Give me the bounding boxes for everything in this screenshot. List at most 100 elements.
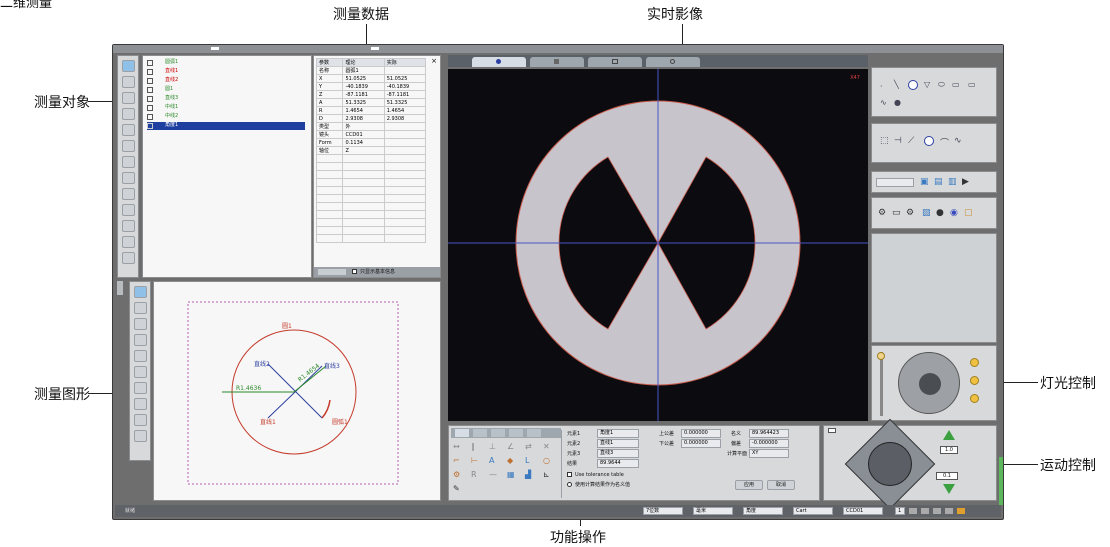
exit-file-icon[interactable]: ▶ — [962, 177, 969, 187]
light-coaxial-icon[interactable] — [970, 358, 979, 367]
select-tool-icon[interactable] — [122, 60, 135, 72]
light-ring[interactable] — [898, 352, 960, 414]
teach-icon[interactable]: ⚙ — [906, 208, 914, 218]
speed-up-field[interactable]: 1.0 — [940, 446, 958, 454]
tab-measure[interactable] — [530, 57, 584, 67]
basic-info-checkbox[interactable] — [352, 269, 357, 274]
fn-stamp-icon[interactable]: ✎ — [453, 484, 460, 493]
arc-tool-icon[interactable]: ▽ — [924, 80, 930, 89]
tree-checkbox[interactable] — [147, 96, 153, 102]
fn-distance-icon[interactable]: ↔ — [453, 442, 460, 451]
layers-icon[interactable] — [134, 414, 147, 426]
image-tool-icon[interactable] — [122, 252, 135, 264]
target-icon[interactable]: ◉ — [950, 208, 958, 218]
deviation-field[interactable]: -0.000000 — [749, 439, 789, 448]
edit-tool-icon[interactable] — [122, 76, 135, 88]
table-row[interactable]: 镜头 CCD01 — [315, 130, 427, 139]
status-icon-5[interactable] — [957, 508, 965, 514]
splitter-grip-2[interactable] — [371, 47, 379, 50]
construct-line-icon[interactable]: ⟋ — [908, 136, 914, 146]
table-row[interactable]: Z -87.1181 -87.1181 — [315, 90, 427, 99]
fn-width-icon[interactable]: ⊢ — [471, 456, 478, 465]
rect-tool-icon[interactable]: ▭ — [952, 80, 960, 89]
construct-circle-icon[interactable] — [924, 136, 934, 146]
tree-item-0[interactable]: 圆弧1 — [147, 59, 307, 67]
z-up-arrow-icon[interactable] — [943, 430, 955, 440]
coord-select[interactable]: Cart — [793, 507, 833, 515]
table-row[interactable]: X 51.0525 51.0525 — [315, 74, 427, 83]
slot-tool-icon[interactable]: ▭ — [968, 80, 976, 89]
delete-tool-icon[interactable] — [122, 92, 135, 104]
ellipse-tool-icon[interactable]: ⬭ — [938, 80, 945, 90]
fn-perp-icon[interactable]: ⊥ — [489, 442, 496, 451]
zoom-out-icon[interactable] — [134, 350, 147, 362]
copy-tool-icon[interactable] — [122, 108, 135, 120]
light-slider-thumb[interactable] — [877, 352, 885, 360]
tree-checkbox[interactable] — [147, 69, 153, 75]
tree-checkbox[interactable] — [147, 114, 153, 120]
tab-distance[interactable] — [509, 429, 523, 437]
fn-angle-icon[interactable]: ∠ — [507, 442, 514, 451]
close-icon[interactable]: × — [431, 57, 437, 65]
tree-item-6[interactable]: 中线2 — [147, 113, 307, 121]
paste-tool-icon[interactable] — [122, 124, 135, 136]
zoom-tool-icon[interactable] — [122, 204, 135, 216]
import-tool-icon[interactable] — [122, 236, 135, 248]
tree-item-4[interactable]: 直线3 — [147, 95, 307, 103]
report-icon[interactable]: ▧ — [922, 208, 931, 218]
table-row[interactable]: Y -40.1839 -40.1839 — [315, 82, 427, 91]
zoom-in-icon[interactable] — [134, 334, 147, 346]
tree-item-3[interactable]: 圆1 — [147, 86, 307, 94]
plane-select[interactable]: XY — [749, 449, 789, 458]
nominal-radio[interactable] — [567, 482, 572, 487]
light-ring-icon[interactable] — [970, 376, 979, 385]
table-row[interactable]: D 2.9308 2.9308 — [315, 114, 427, 123]
construct-select-icon[interactable]: ⬚ — [880, 136, 889, 146]
program-select[interactable] — [876, 178, 914, 187]
curve-tool-icon[interactable]: ∿ — [880, 98, 887, 107]
grid-tool-icon[interactable] — [122, 172, 135, 184]
fn-minus-icon[interactable]: — — [489, 470, 497, 479]
apply-button[interactable]: 应用 — [735, 480, 763, 490]
result-field[interactable]: 89.9644 — [597, 459, 639, 468]
nominal-field[interactable]: 89.964423 — [749, 429, 789, 438]
note-icon[interactable]: ▢ — [964, 208, 973, 218]
lower-field[interactable]: 0.000000 — [681, 439, 721, 448]
open-file-icon[interactable]: ▣ — [920, 177, 929, 187]
table-footer-button[interactable] — [318, 269, 346, 275]
fn-parallel-icon[interactable]: ∥ — [471, 442, 475, 451]
pan-view-icon[interactable] — [134, 382, 147, 394]
status-icon-3[interactable] — [933, 508, 941, 514]
step-icon[interactable]: ▭ — [892, 208, 901, 218]
fn-gear-icon[interactable]: ⚙ — [453, 470, 460, 479]
tree-checkbox[interactable] — [147, 87, 153, 93]
construct-point-icon[interactable]: ⊣ — [894, 136, 902, 146]
tree-item-5[interactable]: 中线1 — [147, 104, 307, 112]
collapse-handle[interactable] — [117, 281, 123, 295]
fn-sym-icon[interactable]: ⇄ — [525, 442, 532, 451]
light-bottom-icon[interactable] — [970, 394, 979, 403]
table-row[interactable]: Form 0.1134 — [315, 138, 427, 147]
splitter-grip[interactable] — [211, 47, 219, 50]
status-icon-1[interactable] — [909, 508, 917, 514]
tree-item-1[interactable]: 直线1 — [147, 68, 307, 76]
tree-checkbox[interactable] — [147, 105, 153, 111]
ccd-select[interactable]: CCD01 — [843, 507, 883, 515]
pointer-tool-icon[interactable] — [134, 286, 147, 298]
page-field[interactable]: 1 — [895, 507, 905, 515]
joystick-knob[interactable] — [868, 442, 912, 486]
fn-area-icon[interactable]: A — [489, 456, 494, 465]
motion-mode-icon[interactable] — [828, 428, 836, 433]
tab-window[interactable] — [588, 57, 642, 67]
live-view[interactable]: X47 — [448, 69, 868, 421]
table-row[interactable]: 类型外 — [315, 122, 427, 131]
tree-item-7-selected[interactable]: 角度1 — [147, 122, 305, 130]
tab-point[interactable] — [455, 429, 469, 437]
element2-select[interactable]: 直线1 — [597, 439, 639, 448]
table-row[interactable]: 轴位 Z — [315, 146, 427, 155]
fn-round-icon[interactable]: ○ — [543, 456, 550, 465]
cancel-button[interactable]: 取消 — [767, 480, 795, 490]
rotate-view-icon[interactable] — [134, 366, 147, 378]
fn-cross-icon[interactable]: ✕ — [543, 442, 550, 451]
circle-tool-icon[interactable] — [908, 80, 918, 90]
